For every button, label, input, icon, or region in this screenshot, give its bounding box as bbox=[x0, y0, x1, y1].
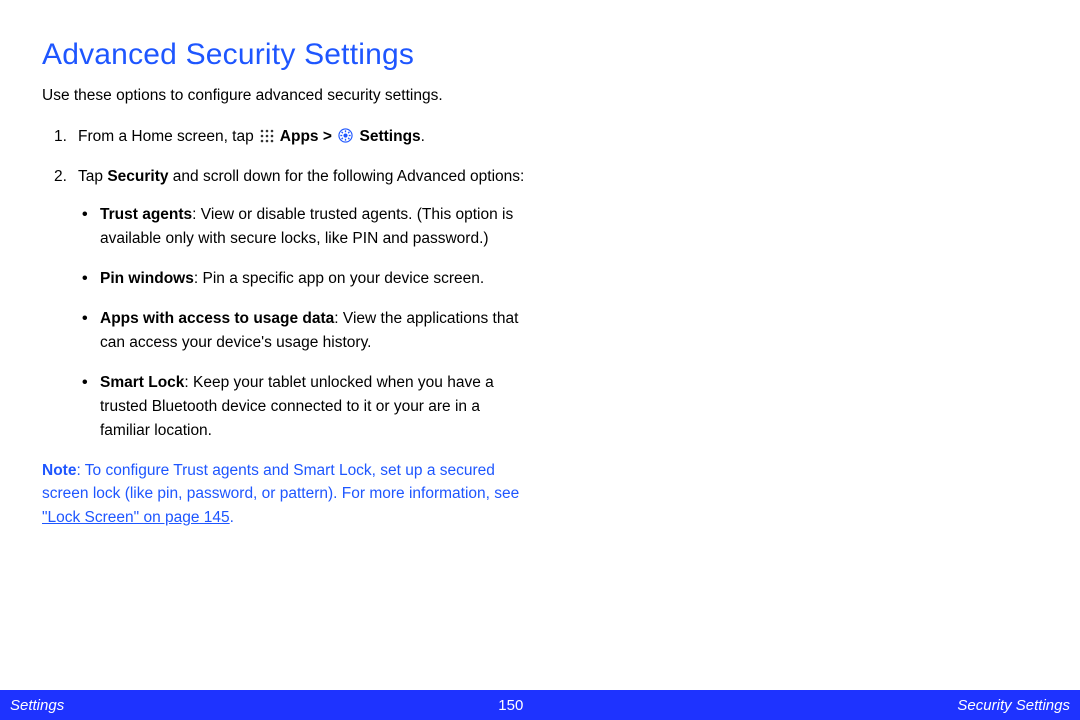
step-number: 1. bbox=[54, 125, 67, 149]
steps-list: 1. From a Home screen, tap Apps > Settin… bbox=[42, 125, 528, 443]
step-2: 2. Tap Security and scroll down for the … bbox=[42, 165, 528, 443]
step1-apps: Apps > bbox=[276, 128, 336, 145]
bullet-title: Trust agents bbox=[100, 206, 192, 223]
step1-tail: . bbox=[421, 128, 425, 145]
step1-settings: Settings bbox=[355, 128, 420, 145]
bullet-pin-windows: Pin windows: Pin a specific app on your … bbox=[78, 267, 528, 291]
note-block: Note: To configure Trust agents and Smar… bbox=[42, 459, 528, 529]
step-1: 1. From a Home screen, tap Apps > Settin… bbox=[42, 125, 528, 151]
options-bullets: Trust agents: View or disable trusted ag… bbox=[78, 203, 528, 443]
step2-lead-bold: Security bbox=[107, 168, 168, 185]
page-footer: Settings 150 Security Settings bbox=[0, 690, 1080, 720]
bullet-title: Smart Lock bbox=[100, 374, 184, 391]
step1-pre: From a Home screen, tap bbox=[78, 128, 258, 145]
bullet-rest: : Pin a specific app on your device scre… bbox=[194, 270, 484, 287]
note-link-lock-screen[interactable]: "Lock Screen" on page 145 bbox=[42, 509, 230, 526]
footer-left: Settings bbox=[10, 697, 64, 714]
bullet-trust-agents: Trust agents: View or disable trusted ag… bbox=[78, 203, 528, 251]
note-tail: . bbox=[230, 509, 234, 526]
footer-page-number: 150 bbox=[498, 697, 523, 714]
note-body: : To configure Trust agents and Smart Lo… bbox=[42, 462, 519, 502]
page: Advanced Security Settings Use these opt… bbox=[0, 0, 1080, 720]
bullet-title: Pin windows bbox=[100, 270, 194, 287]
footer-right: Security Settings bbox=[957, 697, 1070, 714]
settings-gear-icon bbox=[338, 127, 353, 151]
apps-grid-icon bbox=[260, 127, 274, 151]
bullet-smart-lock: Smart Lock: Keep your tablet unlocked wh… bbox=[78, 371, 528, 443]
note-label: Note bbox=[42, 462, 76, 479]
bullet-apps-usage: Apps with access to usage data: View the… bbox=[78, 307, 528, 355]
intro-text: Use these options to configure advanced … bbox=[42, 86, 528, 107]
step2-lead-b: and scroll down for the following Advanc… bbox=[168, 168, 524, 185]
page-title: Advanced Security Settings bbox=[42, 38, 528, 72]
step-number: 2. bbox=[54, 165, 67, 189]
bullet-title: Apps with access to usage data bbox=[100, 310, 334, 327]
step2-lead-a: Tap bbox=[78, 168, 107, 185]
content-column: Advanced Security Settings Use these opt… bbox=[0, 0, 570, 529]
